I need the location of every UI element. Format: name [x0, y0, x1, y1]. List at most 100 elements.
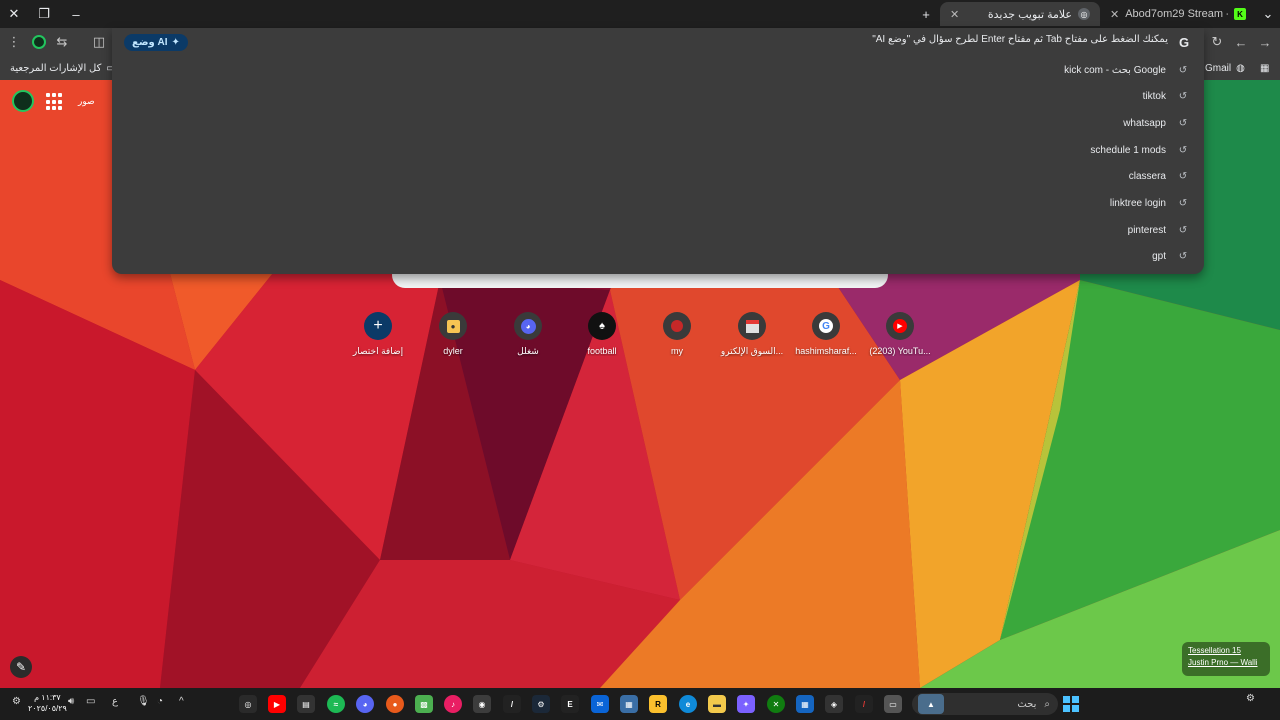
suggestion-item[interactable]: kick com - بحث Google ↺ — [604, 57, 1204, 83]
taskbar-app-icon[interactable]: ◈ — [825, 695, 843, 713]
minimize-window-icon[interactable]: – — [66, 4, 86, 24]
attribution-title[interactable]: Tessellation 15 — [1188, 646, 1264, 655]
suggestion-text: schedule 1 mods — [1090, 144, 1166, 156]
gmail-bookmark[interactable]: Gmail ◍ — [1205, 60, 1245, 76]
minecraft-icon[interactable]: ▩ — [415, 695, 433, 713]
rockstar-icon[interactable]: R — [649, 695, 667, 713]
taskbar-search-placeholder: بحث — [1017, 698, 1037, 710]
file-explorer-icon[interactable]: ▬ — [708, 695, 726, 713]
suggestion-item[interactable]: gpt ↺ — [604, 243, 1204, 269]
settings-tray-icon[interactable]: ⚙ — [12, 696, 21, 707]
shortcut-tile[interactable]: my — [639, 312, 715, 356]
avatar[interactable] — [12, 90, 34, 112]
history-icon: ↺ — [1178, 197, 1188, 209]
windows-start-icon[interactable] — [1062, 695, 1080, 713]
history-icon: ↺ — [1178, 64, 1188, 76]
suggestion-item[interactable]: whatsapp ↺ — [604, 110, 1204, 136]
chevron-up-icon[interactable]: ^ — [179, 696, 184, 707]
chrome-icon[interactable]: ◉ — [473, 695, 491, 713]
taskbar-app-icon[interactable]: / — [503, 695, 521, 713]
suggestion-text: classera — [1128, 170, 1166, 182]
taskbar-app-icon[interactable]: / — [855, 695, 873, 713]
extensions-icon[interactable]: ◫ — [89, 32, 109, 52]
network-icon[interactable]: ▭ — [86, 696, 95, 707]
sparkle-search-icon: ✦ — [171, 37, 180, 48]
history-icon: ↺ — [1178, 250, 1188, 262]
shortcut-label: my — [671, 346, 683, 356]
notifications-icon[interactable]: ⚙ — [1246, 693, 1255, 704]
spotify-icon[interactable]: ≈ — [327, 695, 345, 713]
apps-icon[interactable]: ▦ — [1260, 60, 1269, 76]
volume-icon[interactable]: 🔊︎ — [68, 696, 74, 707]
menu-icon[interactable]: ⋮ — [4, 32, 24, 52]
shortcut-tile[interactable]: السوق الإلكترو... — [714, 312, 790, 357]
ai-mode-button[interactable]: وضع AI ✦ — [124, 34, 188, 51]
shortcut-label: hashimsharaf... — [795, 346, 857, 356]
xbox-icon[interactable]: ✕ — [767, 695, 785, 713]
suggestion-text: whatsapp — [1123, 117, 1166, 129]
google-apps-icon[interactable] — [46, 93, 64, 111]
close-tab-icon[interactable]: ✕ — [1110, 8, 1119, 21]
reload-icon[interactable]: ↻ — [1207, 32, 1227, 52]
language-indicator[interactable]: ع — [112, 696, 118, 707]
suggestion-item[interactable]: linktree login ↺ — [604, 190, 1204, 216]
omnibox-dropdown: G يمكنك الضغط على مفتاح Tab ثم مفتاح Ent… — [112, 28, 1204, 274]
epic-games-icon[interactable]: E — [561, 695, 579, 713]
microphone-icon[interactable]: 🎙︎ — [137, 696, 150, 707]
suggestion-item[interactable]: tiktok ↺ — [604, 83, 1204, 109]
discord-icon[interactable]: ◕ — [356, 695, 374, 713]
youtube-icon[interactable]: ▶ — [268, 695, 286, 713]
suggestion-item[interactable]: pinterest ↺ — [604, 217, 1204, 243]
dyler-icon: ● — [439, 312, 467, 340]
back-icon[interactable]: ← — [1231, 32, 1251, 52]
taskbar-clock[interactable]: ١١:٣٧ م ٢٠٢٥/٠٥/٢٩ — [28, 692, 67, 714]
customize-pencil-icon[interactable]: ✎ — [10, 656, 32, 678]
tab-search-icon[interactable]: ⌄ — [1258, 4, 1278, 24]
suggestion-item[interactable]: classera ↺ — [604, 163, 1204, 189]
shortcut-tile[interactable]: ◕ شغلل — [490, 312, 566, 357]
all-bookmarks-button[interactable]: كل الإشارات المرجعية ▭ — [10, 60, 116, 76]
task-view-icon[interactable]: ▭ — [884, 695, 902, 713]
tab-title: علامة تبويب جديدة — [987, 8, 1072, 21]
tab-kick-dashboard[interactable]: ✕ Abod7om29 Stream - Kick Dash K — [1100, 2, 1256, 26]
forward-icon[interactable]: → — [1255, 32, 1275, 52]
shortcut-tile[interactable]: ● dyler — [415, 312, 491, 356]
wallpaper-attribution[interactable]: Tessellation 15 Justin Prno — Walli — [1182, 642, 1270, 676]
tab-manager-icon[interactable]: ⇆ — [52, 32, 72, 52]
taskbar-app-icon[interactable]: ▤ — [297, 695, 315, 713]
youtube-icon — [663, 312, 691, 340]
close-tab-icon[interactable]: ✕ — [950, 8, 959, 21]
profile-avatar[interactable] — [29, 32, 49, 52]
tab-new-tab[interactable]: ✕ علامة تبويب جديدة ◎ — [940, 2, 1100, 26]
shortcut-tile[interactable]: G hashimsharaf... — [788, 312, 864, 356]
music-icon[interactable]: ♪ — [444, 695, 462, 713]
attribution-author[interactable]: Justin Prno — Walli — [1188, 658, 1264, 667]
history-icon: ↺ — [1178, 170, 1188, 182]
football-icon: ♠ — [588, 312, 616, 340]
copilot-icon[interactable]: ✦ — [737, 695, 755, 713]
taskbar-app-icon[interactable]: ◎ — [239, 695, 257, 713]
suggestion-text: pinterest — [1127, 224, 1166, 236]
store-icon[interactable]: ▦ — [620, 695, 638, 713]
add-shortcut-button[interactable]: + إضافة اختصار — [340, 312, 416, 357]
shortcut-tile[interactable]: ▶ (2203) YouTu... — [862, 312, 938, 356]
history-icon: ↺ — [1178, 144, 1188, 156]
omnibox-input[interactable]: يمكنك الضغط على مفتاح Tab ثم مفتاح Enter… — [408, 34, 1168, 50]
search-highlight-icon: ▲ — [918, 694, 944, 714]
clock-time: ١١:٣٧ م — [34, 693, 61, 702]
images-link[interactable]: صور — [78, 96, 95, 107]
edge-icon[interactable]: e — [679, 695, 697, 713]
suggestion-item[interactable]: schedule 1 mods ↺ — [604, 137, 1204, 163]
shortcut-label: السوق الإلكترو... — [720, 346, 784, 356]
taskbar-app-icon[interactable]: ▦ — [796, 695, 814, 713]
shortcut-tile[interactable]: ♠ football — [564, 312, 640, 356]
mail-icon[interactable]: ✉ — [591, 695, 609, 713]
steam-icon[interactable]: ⚙ — [532, 695, 550, 713]
close-window-icon[interactable]: ✕ — [4, 4, 24, 24]
search-icon: ⌕ — [1044, 698, 1050, 710]
new-tab-button[interactable]: + — [916, 4, 936, 24]
taskbar-app-icon[interactable]: ● — [386, 695, 404, 713]
globe-icon: ◍ — [1236, 62, 1245, 74]
tray-app-icon[interactable]: ◔ — [157, 696, 163, 707]
restore-window-icon[interactable]: ❐ — [34, 4, 54, 24]
